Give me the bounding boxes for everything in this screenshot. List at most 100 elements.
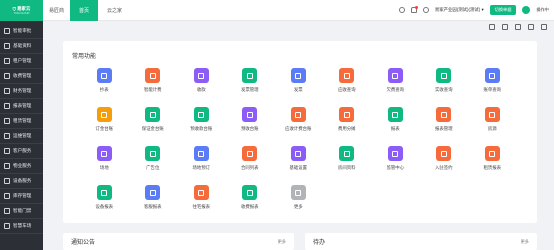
app-icon: [339, 107, 355, 122]
app-shortcut[interactable]: 更多: [274, 185, 323, 224]
org-selector[interactable]: 易家产业园(测试)(测试) ▾: [435, 7, 484, 13]
app-shortcut[interactable]: 入驻签约: [420, 146, 469, 185]
app-shortcut[interactable]: 智能计费: [129, 68, 178, 107]
sidebar-nav: 智能审批基础资料租户管理收费管理财务管理 报表管理 租赁管理运维管理客户服务 物业服务…: [0, 21, 43, 234]
app-shortcut[interactable]: 报表管理: [420, 107, 469, 146]
sidebar-item[interactable]: 收费管理: [0, 69, 43, 84]
tab-yunzhijia[interactable]: 云之家: [98, 0, 131, 21]
sidebar-item[interactable]: 运维管理: [0, 129, 43, 144]
app-shortcut[interactable]: 广告位: [129, 146, 178, 185]
app-shortcut[interactable]: 订金台账: [80, 107, 129, 146]
sidebar-item[interactable]: 智能门禁: [0, 204, 43, 219]
sidebar-item[interactable]: 智慧车场: [0, 219, 43, 234]
avatar[interactable]: [522, 6, 531, 14]
app-shortcut[interactable]: 抄表: [80, 68, 129, 107]
menu-icon: [4, 223, 10, 229]
app-shortcut[interactable]: 报表: [371, 107, 420, 146]
sidebar-item[interactable]: 智能审批: [0, 24, 43, 39]
fullscreen-icon[interactable]: [515, 24, 521, 30]
print-icon[interactable]: [541, 24, 547, 30]
app-icon: [339, 68, 355, 83]
document-icon: [101, 72, 108, 79]
app-shortcut[interactable]: 租赁报表: [468, 146, 517, 185]
logo-subtitle: YIJIA CLOUD: [13, 12, 30, 15]
app-label: 应收查询: [337, 87, 356, 92]
app-icon: [290, 68, 306, 83]
app-shortcut[interactable]: 预收款台账: [177, 107, 226, 146]
app-shortcut[interactable]: 监管中心: [371, 146, 420, 185]
notification-badge: [415, 5, 419, 9]
document-icon: [295, 111, 302, 118]
user-icon[interactable]: [422, 7, 429, 13]
sidebar-item-label: 智能审批: [13, 28, 32, 33]
app-label: 合同列表: [240, 165, 259, 170]
app-icon: [145, 107, 161, 122]
app-label: 收费报表: [240, 204, 259, 209]
document-icon: [246, 72, 253, 79]
app-shortcut[interactable]: 应收计费台账: [274, 107, 323, 146]
app-shortcut[interactable]: 场地预订: [177, 146, 226, 185]
sidebar-item-label: 租户管理: [13, 58, 32, 63]
sidebar-item[interactable]: 基础资料: [0, 39, 43, 54]
app-row: 场地 广告位 场地预订 合同列表 基础设置 房间资料 监管中心 入驻签约 租赁报表: [63, 146, 537, 185]
todo-more-link[interactable]: 更多: [521, 239, 529, 245]
switch-button[interactable]: 切换单据: [489, 5, 517, 15]
app-shortcut[interactable]: 实收查询: [420, 68, 469, 107]
menu-icon: [4, 118, 10, 124]
layout-icon[interactable]: [528, 24, 534, 30]
app-shortcut[interactable]: 住宅报表: [177, 185, 226, 224]
app-shortcut[interactable]: 房源: [468, 107, 517, 146]
settings-icon[interactable]: [489, 24, 495, 30]
sidebar-item[interactable]: 财务管理: [0, 84, 43, 99]
bell-icon[interactable]: [410, 5, 419, 13]
sidebar-item-label: 收费管理: [13, 73, 32, 78]
app-shortcut[interactable]: 发票管理: [226, 68, 275, 107]
app-icon: [387, 146, 403, 161]
refresh-icon[interactable]: [502, 24, 508, 30]
sidebar-item[interactable]: 客户服务: [0, 144, 43, 159]
tab-home[interactable]: 首页: [70, 0, 99, 21]
app-label: 更多: [293, 204, 303, 209]
sidebar-item[interactable]: 库存管理: [0, 189, 43, 204]
document-icon: [149, 72, 156, 79]
app-icon: [387, 107, 403, 122]
app-shortcut[interactable]: 发票: [274, 68, 323, 107]
app-shortcut[interactable]: 收费报表: [226, 185, 275, 224]
sidebar-item[interactable]: 租赁管理: [0, 114, 43, 129]
app-shortcut[interactable]: 收款: [177, 68, 226, 107]
menu-icon: [4, 43, 10, 49]
sidebar-item[interactable]: 报表管理: [0, 99, 43, 114]
app-label: 房间资料: [337, 165, 356, 170]
app-shortcut[interactable]: 保证金台账: [129, 107, 178, 146]
document-icon: [343, 150, 350, 157]
app-shortcut[interactable]: 应收查询: [323, 68, 372, 107]
app-icon: [242, 185, 258, 200]
sidebar-item[interactable]: 设备服务: [0, 174, 43, 189]
app-shortcut[interactable]: 设备报表: [80, 185, 129, 224]
app-shortcut[interactable]: 基础设置: [274, 146, 323, 185]
app-icon: [145, 68, 161, 83]
logo-area[interactable]: ⛉ 易家云 YIJIA CLOUD: [0, 0, 43, 21]
app-shortcut[interactable]: 预收台账: [226, 107, 275, 146]
app-shortcut[interactable]: 费用分摊: [323, 107, 372, 146]
sidebar-item-label: 运维管理: [13, 133, 32, 138]
app-label: 订金台账: [95, 126, 114, 131]
sidebar-item[interactable]: 物业服务: [0, 159, 43, 174]
app-icon: [193, 185, 209, 200]
search-icon[interactable]: [398, 7, 405, 13]
username[interactable]: 操作中: [536, 7, 549, 13]
app-shortcut[interactable]: 合同列表: [226, 146, 275, 185]
sidebar-item-label: 设备服务: [13, 178, 32, 183]
notice-more-link[interactable]: 更多: [278, 239, 286, 245]
sidebar-item[interactable]: 租户管理: [0, 54, 43, 69]
document-icon: [198, 111, 205, 118]
app-shortcut[interactable]: 场地: [80, 146, 129, 185]
app-shortcut[interactable]: 欠费查询: [371, 68, 420, 107]
app-shortcut[interactable]: 账单查询: [468, 68, 517, 107]
document-icon: [295, 189, 302, 196]
app-label: 监管中心: [386, 165, 405, 170]
document-icon: [440, 111, 447, 118]
app-shortcut[interactable]: 客服报表: [129, 185, 178, 224]
app-shortcut[interactable]: 房间资料: [323, 146, 372, 185]
logo-shield-icon: ⛉: [12, 6, 16, 12]
